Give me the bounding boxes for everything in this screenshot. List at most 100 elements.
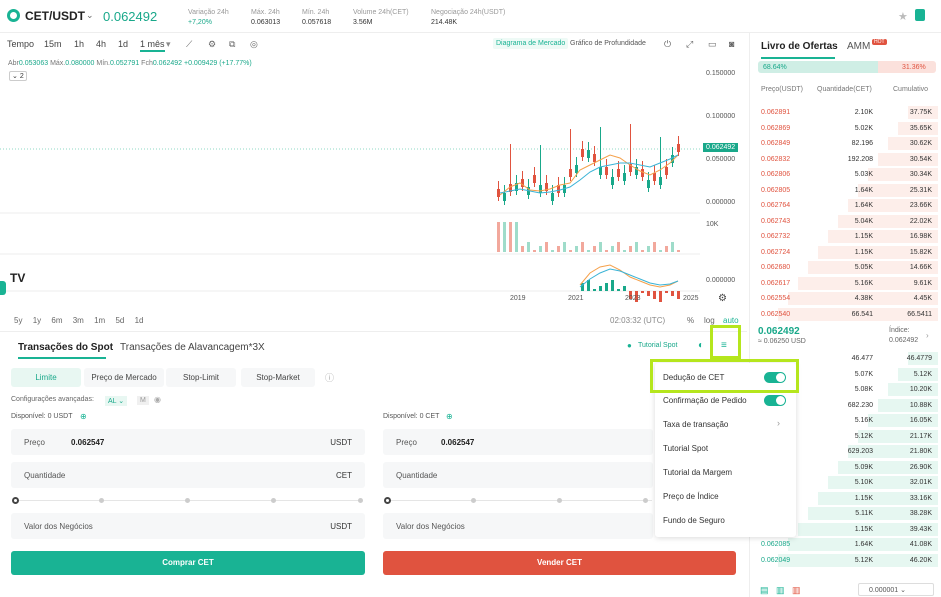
precision-select[interactable]: 0.000001 ⌄ bbox=[858, 583, 934, 596]
range-1m[interactable]: 1m bbox=[94, 316, 105, 325]
slider-mark[interactable] bbox=[99, 498, 104, 503]
menu-margin-tutorial[interactable]: Tutorial da Margem bbox=[663, 468, 732, 477]
view-bids-icon[interactable]: ▥ bbox=[776, 585, 785, 596]
type-limit[interactable]: Limite bbox=[11, 368, 81, 387]
add-funds-icon[interactable]: ⊕ bbox=[80, 412, 87, 421]
sell-button[interactable]: Vender CET bbox=[383, 551, 736, 575]
drawer-handle[interactable] bbox=[0, 281, 6, 295]
camera-icon[interactable]: ◙ bbox=[729, 39, 734, 49]
buy-qty-field[interactable]: Quantidade CET bbox=[11, 462, 365, 488]
interval-1d[interactable]: 1d bbox=[118, 39, 128, 49]
type-market[interactable]: Preço de Mercado bbox=[84, 368, 164, 387]
chevron-right-icon[interactable]: › bbox=[926, 331, 929, 340]
range-1d[interactable]: 1d bbox=[135, 316, 144, 325]
buy-price-field[interactable]: Preço 0.062547 USDT bbox=[11, 429, 365, 455]
menu-index-price[interactable]: Preço de Índice bbox=[663, 492, 719, 501]
market-diagram-tab[interactable]: Diagrama de Mercado bbox=[493, 38, 569, 49]
ask-row[interactable]: 0.062617 5.16K 9.61K bbox=[750, 276, 938, 291]
interval-4h[interactable]: 4h bbox=[96, 39, 106, 49]
ask-row[interactable]: 0.062724 1.15K 15.82K bbox=[750, 245, 938, 260]
add-funds-icon[interactable]: ⊕ bbox=[446, 412, 453, 421]
ask-row[interactable]: 0.062743 5.04K 22.02K bbox=[750, 214, 938, 229]
slider-handle[interactable] bbox=[12, 497, 19, 504]
percent-toggle[interactable]: % bbox=[687, 316, 694, 325]
chevron-right-icon[interactable]: › bbox=[777, 418, 780, 428]
sell-qty-field[interactable]: Quantidade bbox=[383, 462, 653, 488]
bid-row[interactable]: 0.062049 5.12K 46.20K bbox=[750, 553, 938, 568]
eye-icon[interactable]: ◉ bbox=[154, 395, 161, 404]
interval-1month[interactable]: 1 mês bbox=[140, 39, 165, 52]
ask-row[interactable]: 0.062869 5.02K 35.65K bbox=[750, 121, 938, 136]
menu-spot-tutorial[interactable]: Tutorial Spot bbox=[663, 444, 708, 453]
interval-time[interactable]: Tempo bbox=[7, 39, 34, 49]
adv-m[interactable]: M bbox=[137, 396, 149, 405]
tab-order-book[interactable]: Livro de Ofertas bbox=[761, 41, 838, 52]
type-stop-limit[interactable]: Stop-Limit bbox=[166, 368, 236, 387]
depth-chart-tab[interactable]: Gráfico de Profundidade bbox=[567, 38, 649, 49]
chevron-down-icon[interactable]: ⌄ bbox=[86, 10, 94, 21]
fullscreen-icon[interactable]: ⤢ bbox=[686, 39, 693, 50]
info-icon[interactable]: ⓘ bbox=[325, 371, 334, 384]
order-confirm-toggle[interactable] bbox=[764, 395, 786, 406]
adv-al[interactable]: AL ⌄ bbox=[105, 396, 128, 406]
ask-row[interactable]: 0.062554 4.38K 4.45K bbox=[750, 291, 938, 306]
ask-row[interactable]: 0.062849 82.196 30.62K bbox=[750, 136, 938, 151]
range-1y[interactable]: 1y bbox=[33, 316, 41, 325]
ask-row[interactable]: 0.062732 1.15K 16.98K bbox=[750, 229, 938, 244]
play-icon[interactable]: ● bbox=[627, 341, 632, 350]
menu-fee-rate[interactable]: Taxa de transação bbox=[663, 420, 728, 429]
tab-spot[interactable]: Transações do Spot bbox=[18, 342, 113, 353]
menu-insurance-fund[interactable]: Fundo de Seguro bbox=[663, 516, 725, 525]
pair-selector[interactable]: CET/USDT bbox=[25, 9, 85, 23]
chart-type-icon[interactable]: ⟋ bbox=[186, 39, 192, 50]
range-6m[interactable]: 6m bbox=[51, 316, 62, 325]
slider-handle[interactable] bbox=[384, 497, 391, 504]
ask-row[interactable]: 0.062891 2.10K 37.75K bbox=[750, 105, 938, 120]
view-both-icon[interactable]: ▤ bbox=[760, 585, 769, 596]
tutorial-link[interactable]: Tutorial Spot bbox=[638, 342, 677, 349]
auto-toggle[interactable]: auto bbox=[723, 316, 739, 325]
slider-mark[interactable] bbox=[358, 498, 363, 503]
sell-slider[interactable] bbox=[386, 500, 652, 501]
sell-price-field[interactable]: Preço 0.062547 bbox=[383, 429, 653, 455]
slider-mark[interactable] bbox=[643, 498, 648, 503]
slider-mark[interactable] bbox=[185, 498, 190, 503]
chevron-down-icon[interactable]: ▾ bbox=[166, 39, 171, 50]
menu-order-confirm[interactable]: Confirmação de Pedido bbox=[663, 396, 747, 405]
view-asks-icon[interactable]: ▥ bbox=[792, 585, 801, 596]
settings-icon[interactable]: ⚙ bbox=[208, 39, 216, 50]
power-icon[interactable]: ⏻ bbox=[664, 39, 671, 50]
tab-margin[interactable]: Transações de Alavancagem*3X bbox=[120, 342, 265, 353]
range-buttons[interactable]: 5y 1y 6m 3m 1m 5d 1d bbox=[14, 316, 144, 325]
range-5d[interactable]: 5d bbox=[115, 316, 124, 325]
row-qty: 1.15K bbox=[854, 525, 873, 533]
type-stop-market[interactable]: Stop-Market bbox=[241, 368, 315, 387]
range-3m[interactable]: 3m bbox=[73, 316, 84, 325]
sell-value-field[interactable]: Valor dos Negócios bbox=[383, 513, 653, 539]
bid-row[interactable]: 0.062085 1.64K 41.08K bbox=[750, 537, 938, 552]
layout-icon[interactable]: ▭ bbox=[708, 39, 717, 50]
tab-amm[interactable]: AMM bbox=[847, 41, 870, 52]
log-toggle[interactable]: log bbox=[704, 316, 715, 325]
interval-1h[interactable]: 1h bbox=[74, 39, 84, 49]
range-5y[interactable]: 5y bbox=[14, 316, 22, 325]
buy-button[interactable]: Comprar CET bbox=[11, 551, 365, 575]
interval-15m[interactable]: 15m bbox=[44, 39, 62, 49]
chart-settings-icon[interactable]: ⚙ bbox=[718, 293, 727, 304]
theme-icon[interactable]: ◐ bbox=[698, 340, 704, 351]
indicators-icon[interactable]: ⧉ bbox=[229, 39, 235, 50]
ask-row[interactable]: 0.062832 192.208 30.54K bbox=[750, 152, 938, 167]
star-icon[interactable]: ★ bbox=[898, 10, 908, 23]
buy-value-field[interactable]: Valor dos Negócios USDT bbox=[11, 513, 365, 539]
ask-row[interactable]: 0.062680 5.05K 14.66K bbox=[750, 260, 938, 275]
target-icon[interactable]: ◎ bbox=[250, 39, 258, 50]
slider-mark[interactable] bbox=[471, 498, 476, 503]
slider-mark[interactable] bbox=[271, 498, 276, 503]
candlestick-chart[interactable] bbox=[0, 55, 747, 331]
ask-row[interactable]: 0.062540 66.541 66.5411 bbox=[750, 307, 938, 322]
bookmark-icon[interactable] bbox=[915, 9, 925, 21]
slider-mark[interactable] bbox=[557, 498, 562, 503]
ask-row[interactable]: 0.062805 1.64K 25.31K bbox=[750, 183, 938, 198]
ask-row[interactable]: 0.062764 1.64K 23.66K bbox=[750, 198, 938, 213]
ask-row[interactable]: 0.062806 5.03K 30.34K bbox=[750, 167, 938, 182]
